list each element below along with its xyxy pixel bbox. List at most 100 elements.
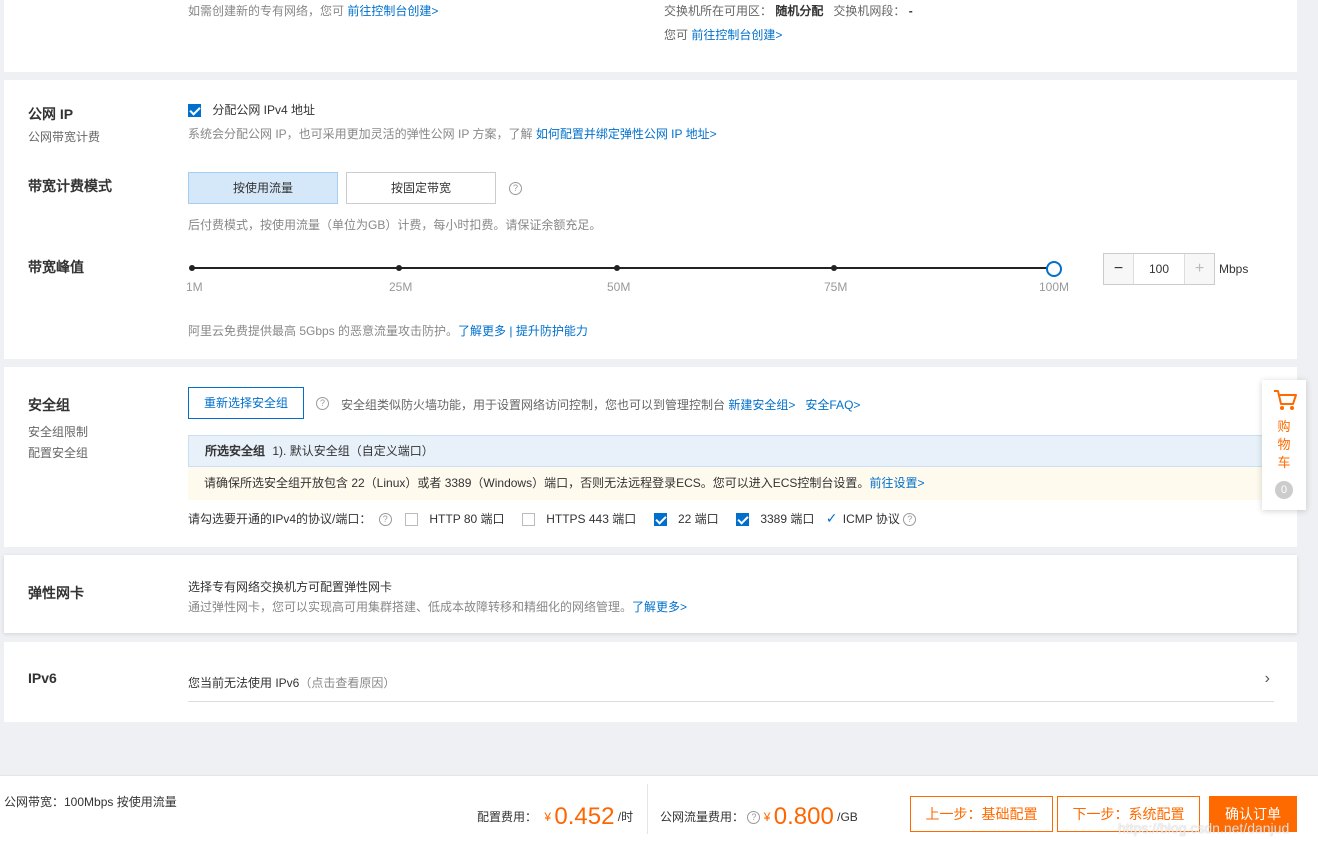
icmp-help-icon[interactable]: ? xyxy=(903,513,917,527)
assign-ip-label: 分配公网 IPv4 地址 xyxy=(212,103,316,117)
config-fee-value: 0.452 xyxy=(554,803,615,830)
reselect-security-group-button[interactable]: 重新选择安全组 xyxy=(188,387,304,419)
security-desc-text: 安全组类似防火墙功能，用于设置网络访问控制，您也可以到管理控制台 xyxy=(341,398,726,412)
zone-info: 交换机所在可用区： 随机分配 交换机网段： - xyxy=(664,2,913,19)
vpc-create-hint: 如需创建新的专有网络，您可 前往控制台创建> xyxy=(188,2,438,19)
public-ip-desc-text: 系统会分配公网 IP，也可采用更加灵活的弹性公网 IP 方案，了解 xyxy=(188,127,533,141)
slider-label-100m: 100M xyxy=(1039,280,1070,294)
bandwidth-stepper[interactable]: − 100 + xyxy=(1103,253,1215,285)
switch-hint-text: 您可 xyxy=(664,28,689,42)
config-fee-unit: /时 xyxy=(617,810,634,824)
security-desc: 安全组类似防火墙功能，用于设置网络访问控制，您也可以到管理控制台 新建安全组> … xyxy=(341,396,860,413)
slider-label-50m: 50M xyxy=(607,280,631,294)
port-22-checkbox[interactable] xyxy=(653,513,667,527)
switch-create-link[interactable]: 前往控制台创建> xyxy=(691,28,782,42)
eni-line2-text: 通过弹性网卡，您可以实现高可用集群搭建、低成本故障转移和精细化的网络管理。 xyxy=(188,600,633,614)
cart-label-3: 车 xyxy=(1277,455,1291,470)
traffic-fee-value: 0.800 xyxy=(773,803,834,830)
security-group-panel: 安全组 安全组限制 配置安全组 重新选择安全组 ? 安全组类似防火墙功能，用于设… xyxy=(4,367,1297,547)
assign-ip-checkbox[interactable] xyxy=(188,104,201,118)
security-help-icon[interactable]: ? xyxy=(316,397,329,410)
ipv6-title: IPv6 xyxy=(28,670,57,686)
eni-line2: 通过弹性网卡，您可以实现高可用集群搭建、低成本故障转移和精细化的网络管理。了解更… xyxy=(188,598,687,615)
ipv6-row[interactable]: 您当前无法使用 IPv6（点击查看原因） › xyxy=(188,664,1274,702)
slider-label-75m: 75M xyxy=(824,280,848,294)
public-ip-desc: 系统会分配公网 IP，也可采用更加灵活的弹性公网 IP 方案，了解 如何配置并绑… xyxy=(188,125,717,142)
slider-handle[interactable] xyxy=(1046,261,1062,277)
slider-tick-50m xyxy=(614,265,620,271)
cart-label-2: 物 xyxy=(1277,437,1291,452)
port-warning-text: 请确保所选安全组开放包含 22（Linux）或者 3389（Windows）端口… xyxy=(204,476,870,490)
config-fee-label: 配置费用： xyxy=(477,810,538,824)
traffic-fee-label: 公网流量费用： xyxy=(660,810,745,824)
port-https-checkbox[interactable] xyxy=(521,513,535,527)
cidr-label: 交换机网段： xyxy=(833,4,906,18)
security-title: 安全组 xyxy=(28,397,70,413)
selected-group-label: 所选安全组 xyxy=(205,444,266,458)
public-ip-panel: 公网 IP 公网带宽计费 分配公网 IPv4 地址 系统会分配公网 IP，也可采… xyxy=(4,80,1297,359)
protect-upgrade-link[interactable]: 提升防护能力 xyxy=(516,324,588,338)
ipv6-reason: （点击查看原因） xyxy=(299,676,396,690)
cidr-value: - xyxy=(908,4,913,18)
billing-help-icon[interactable]: ? xyxy=(509,182,522,195)
protect-learn-more-link[interactable]: 了解更多 xyxy=(458,324,506,338)
eni-title: 弹性网卡 xyxy=(28,585,84,601)
slider-tick-1m xyxy=(189,265,195,271)
cart-widget[interactable]: 购 物 车 0 xyxy=(1262,380,1306,510)
port-22-label: 22 端口 xyxy=(677,512,719,526)
cart-label: 购 物 车 xyxy=(1262,418,1306,472)
traffic-fee: 公网流量费用： ? ¥ 0.800 /GB xyxy=(660,803,858,831)
port-3389-checkbox[interactable] xyxy=(735,513,749,527)
port-3389-label: 3389 端口 xyxy=(760,512,815,526)
bandwidth-unit: Mbps xyxy=(1219,262,1249,276)
icmp-check-icon: ✓ xyxy=(825,510,838,526)
security-sub-config: 配置安全组 xyxy=(28,446,89,460)
ports-row: 请勾选要开通的IPv4的协议/端口： ? HTTP 80 端口 HTTPS 44… xyxy=(188,510,917,527)
cart-icon xyxy=(1274,390,1297,410)
footer-divider xyxy=(647,784,648,834)
zone-value: 随机分配 xyxy=(775,4,824,18)
billing-option-traffic[interactable]: 按使用流量 xyxy=(188,172,338,204)
port-http-checkbox[interactable] xyxy=(405,513,419,527)
zone-label: 交换机所在可用区： xyxy=(664,4,773,18)
footer-summary: 公网带宽：100Mbps 按使用流量 xyxy=(4,795,177,809)
config-fee-currency: ¥ xyxy=(544,810,552,824)
eip-guide-link[interactable]: 如何配置并绑定弹性公网 IP 地址> xyxy=(536,127,717,141)
vpc-create-hint-text: 如需创建新的专有网络，您可 xyxy=(188,4,345,18)
bandwidth-value-input[interactable]: 100 xyxy=(1134,254,1184,284)
vpc-panel: 如需创建新的专有网络，您可 前往控制台创建> 交换机所在可用区： 随机分配 交换… xyxy=(4,0,1297,72)
port-warning-link[interactable]: 前往设置> xyxy=(869,476,924,490)
chevron-right-icon[interactable]: › xyxy=(1265,670,1270,688)
slider-label-25m: 25M xyxy=(389,280,413,294)
prev-step-button[interactable]: 上一步：基础配置 xyxy=(910,796,1053,832)
new-security-group-link[interactable]: 新建安全组> xyxy=(728,398,795,412)
billing-title: 带宽计费模式 xyxy=(28,178,112,194)
eni-learn-more-link[interactable]: 了解更多> xyxy=(632,600,687,614)
traffic-fee-currency: ¥ xyxy=(763,810,771,824)
billing-desc: 后付费模式，按使用流量（单位为GB）计费，每小时扣费。请保证余额充足。 xyxy=(188,218,602,232)
stepper-plus-button[interactable]: + xyxy=(1184,254,1214,284)
security-faq-link[interactable]: 安全FAQ> xyxy=(805,398,860,412)
port-warning: 请确保所选安全组开放包含 22（Linux）或者 3389（Windows）端口… xyxy=(188,467,1297,500)
ipv6-panel: IPv6 您当前无法使用 IPv6（点击查看原因） › xyxy=(4,642,1297,722)
vpc-create-link[interactable]: 前往控制台创建> xyxy=(347,4,438,18)
protect-desc-text: 阿里云免费提供最高 5Gbps 的恶意流量攻击防护。 xyxy=(188,324,459,338)
cart-label-1: 购 xyxy=(1277,419,1291,434)
public-ip-title: 公网 IP xyxy=(28,106,74,122)
cart-count-badge: 0 xyxy=(1275,481,1293,499)
port-http-label: HTTP 80 端口 xyxy=(429,512,505,526)
traffic-fee-help-icon[interactable]: ? xyxy=(747,811,761,825)
assign-ip-row[interactable]: 分配公网 IPv4 地址 xyxy=(188,101,315,118)
security-sub-limit: 安全组限制 xyxy=(28,425,89,439)
bandwidth-title: 带宽峰值 xyxy=(28,259,84,275)
slider-tick-25m xyxy=(396,265,402,271)
ports-help-icon[interactable]: ? xyxy=(378,513,392,527)
slider-track[interactable] xyxy=(192,267,1054,269)
billing-option-fixed[interactable]: 按固定带宽 xyxy=(346,172,496,204)
stepper-minus-button[interactable]: − xyxy=(1104,254,1134,284)
port-https-label: HTTPS 443 端口 xyxy=(546,512,637,526)
eni-line1: 选择专有网络交换机方可配置弹性网卡 xyxy=(188,580,393,594)
ipv6-text: 您当前无法使用 IPv6（点击查看原因） xyxy=(188,674,395,691)
selected-security-group-bar: 所选安全组 1). 默认安全组（自定义端口） xyxy=(188,435,1297,467)
watermark-text: https://blog.csdn.net/danjud xyxy=(1118,820,1290,836)
